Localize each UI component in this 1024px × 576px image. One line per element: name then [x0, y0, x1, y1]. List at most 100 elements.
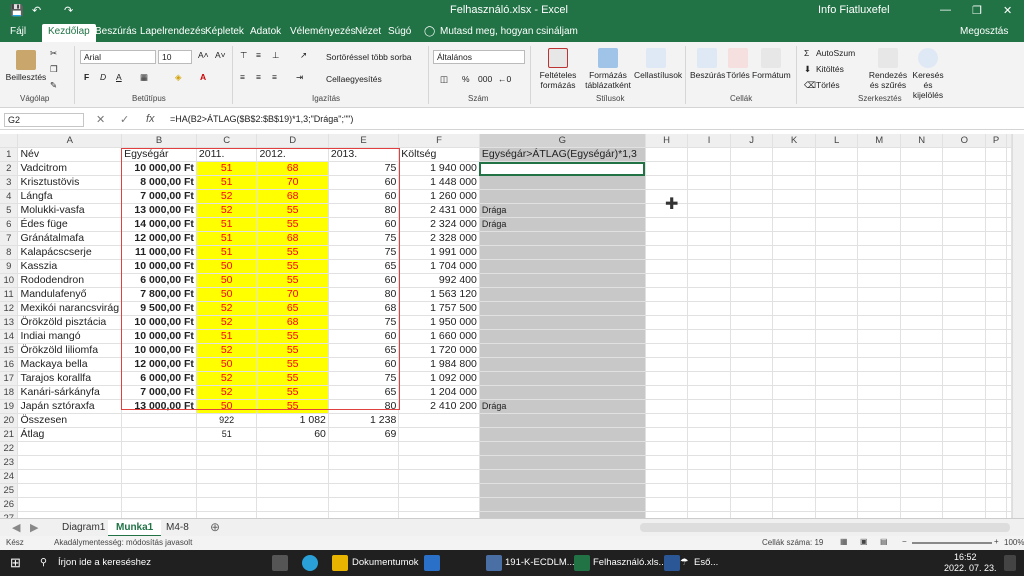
cell[interactable]: [772, 301, 816, 317]
cell[interactable]: 55: [256, 385, 329, 401]
cell[interactable]: 1 082: [256, 413, 329, 429]
row-header[interactable]: 20: [0, 413, 19, 429]
cell[interactable]: [942, 287, 987, 303]
cell[interactable]: [985, 273, 1007, 289]
cell[interactable]: [942, 399, 987, 415]
cell[interactable]: 13 000,00 Ft: [121, 399, 197, 415]
cell[interactable]: [479, 175, 646, 191]
cell[interactable]: [985, 315, 1007, 331]
cell[interactable]: [1006, 245, 1012, 261]
cell[interactable]: 10 000,00 Ft: [121, 329, 197, 345]
cell[interactable]: [730, 301, 774, 317]
underline-icon[interactable]: A: [116, 72, 122, 82]
cell[interactable]: [985, 259, 1007, 275]
cell[interactable]: [687, 175, 731, 191]
cell[interactable]: [857, 441, 901, 457]
cell[interactable]: [645, 175, 689, 191]
cell[interactable]: [772, 427, 816, 443]
cell[interactable]: [857, 217, 901, 233]
cell[interactable]: [479, 413, 646, 429]
cell[interactable]: [942, 245, 987, 261]
cell[interactable]: [1006, 399, 1012, 415]
cell[interactable]: [815, 455, 859, 471]
row-header[interactable]: 24: [0, 469, 19, 485]
cell[interactable]: [815, 483, 859, 499]
cell[interactable]: [121, 441, 197, 457]
row-header[interactable]: 4: [0, 189, 19, 205]
cell[interactable]: 1 991 000: [398, 245, 480, 261]
row-header[interactable]: 8: [0, 245, 19, 261]
fill-icon[interactable]: ⬇: [804, 64, 811, 75]
cell[interactable]: [196, 455, 258, 471]
cell[interactable]: [479, 245, 646, 261]
cell[interactable]: 2 328 000: [398, 231, 480, 247]
border-icon[interactable]: ▦: [140, 72, 148, 83]
cell[interactable]: [645, 385, 689, 401]
vertical-scrollbar[interactable]: [1012, 134, 1024, 518]
cell[interactable]: [815, 189, 859, 205]
cell[interactable]: [328, 455, 400, 471]
cell[interactable]: [479, 315, 646, 331]
cell[interactable]: [730, 371, 774, 387]
cell[interactable]: [772, 441, 816, 457]
shrink-font-icon[interactable]: A˅: [215, 50, 226, 60]
cell[interactable]: [942, 413, 987, 429]
cell[interactable]: [772, 259, 816, 275]
search-icon[interactable]: ⚲: [40, 557, 47, 568]
cell[interactable]: 10 000,00 Ft: [121, 259, 197, 275]
sheet-tab-diagram1[interactable]: Diagram1: [54, 520, 113, 535]
folder-icon[interactable]: [332, 555, 348, 571]
cell[interactable]: [1006, 469, 1012, 485]
cell[interactable]: 11 000,00 Ft: [121, 245, 197, 261]
cell[interactable]: [687, 259, 731, 275]
cell[interactable]: 2013.: [328, 147, 400, 163]
cell[interactable]: Gránátalmafa: [17, 231, 123, 247]
row-header[interactable]: 18: [0, 385, 19, 401]
cell[interactable]: Kalapácscserje: [17, 245, 123, 261]
cell[interactable]: [645, 161, 689, 177]
cell[interactable]: [900, 189, 944, 205]
cell[interactable]: 50: [196, 273, 258, 289]
cell[interactable]: [985, 455, 1007, 471]
percent-icon[interactable]: %: [462, 74, 470, 84]
cell[interactable]: [900, 175, 944, 191]
cell[interactable]: [645, 413, 689, 429]
cell[interactable]: 55: [256, 245, 329, 261]
cell[interactable]: [985, 371, 1007, 387]
tab-review[interactable]: Véleményezés: [290, 26, 356, 37]
cell[interactable]: 50: [196, 259, 258, 275]
cell[interactable]: [900, 301, 944, 317]
cell[interactable]: 52: [196, 343, 258, 359]
cell[interactable]: [815, 175, 859, 191]
cell[interactable]: [730, 469, 774, 485]
column-header[interactable]: F: [398, 134, 480, 149]
prev-sheet-icon[interactable]: ◀: [12, 521, 20, 534]
cell[interactable]: [645, 399, 689, 415]
cell[interactable]: [1006, 301, 1012, 317]
cell[interactable]: Egységár: [121, 147, 197, 163]
cell[interactable]: [985, 231, 1007, 247]
cell[interactable]: [900, 287, 944, 303]
cell[interactable]: Mexikói narancsvirág: [17, 301, 123, 317]
cell[interactable]: [479, 441, 646, 457]
cell[interactable]: Örökzöld pisztácia: [17, 315, 123, 331]
cell[interactable]: [196, 483, 258, 499]
column-header[interactable]: P: [985, 134, 1007, 149]
cell[interactable]: [398, 483, 480, 499]
cell[interactable]: Drága: [479, 217, 646, 233]
cell[interactable]: 52: [196, 371, 258, 387]
cell[interactable]: [857, 497, 901, 513]
cell[interactable]: 1 660 000: [398, 329, 480, 345]
cell[interactable]: [1006, 357, 1012, 373]
column-header[interactable]: K: [772, 134, 816, 149]
cell[interactable]: [730, 315, 774, 331]
cell[interactable]: [1006, 259, 1012, 275]
cell[interactable]: [900, 147, 944, 163]
cell[interactable]: [900, 273, 944, 289]
column-header[interactable]: J: [730, 134, 774, 149]
format-as-table-button[interactable]: Formázás táblázatként: [584, 48, 632, 90]
cell[interactable]: [17, 483, 123, 499]
cell[interactable]: [985, 357, 1007, 373]
cell[interactable]: [730, 259, 774, 275]
cell[interactable]: Drága: [479, 203, 646, 219]
